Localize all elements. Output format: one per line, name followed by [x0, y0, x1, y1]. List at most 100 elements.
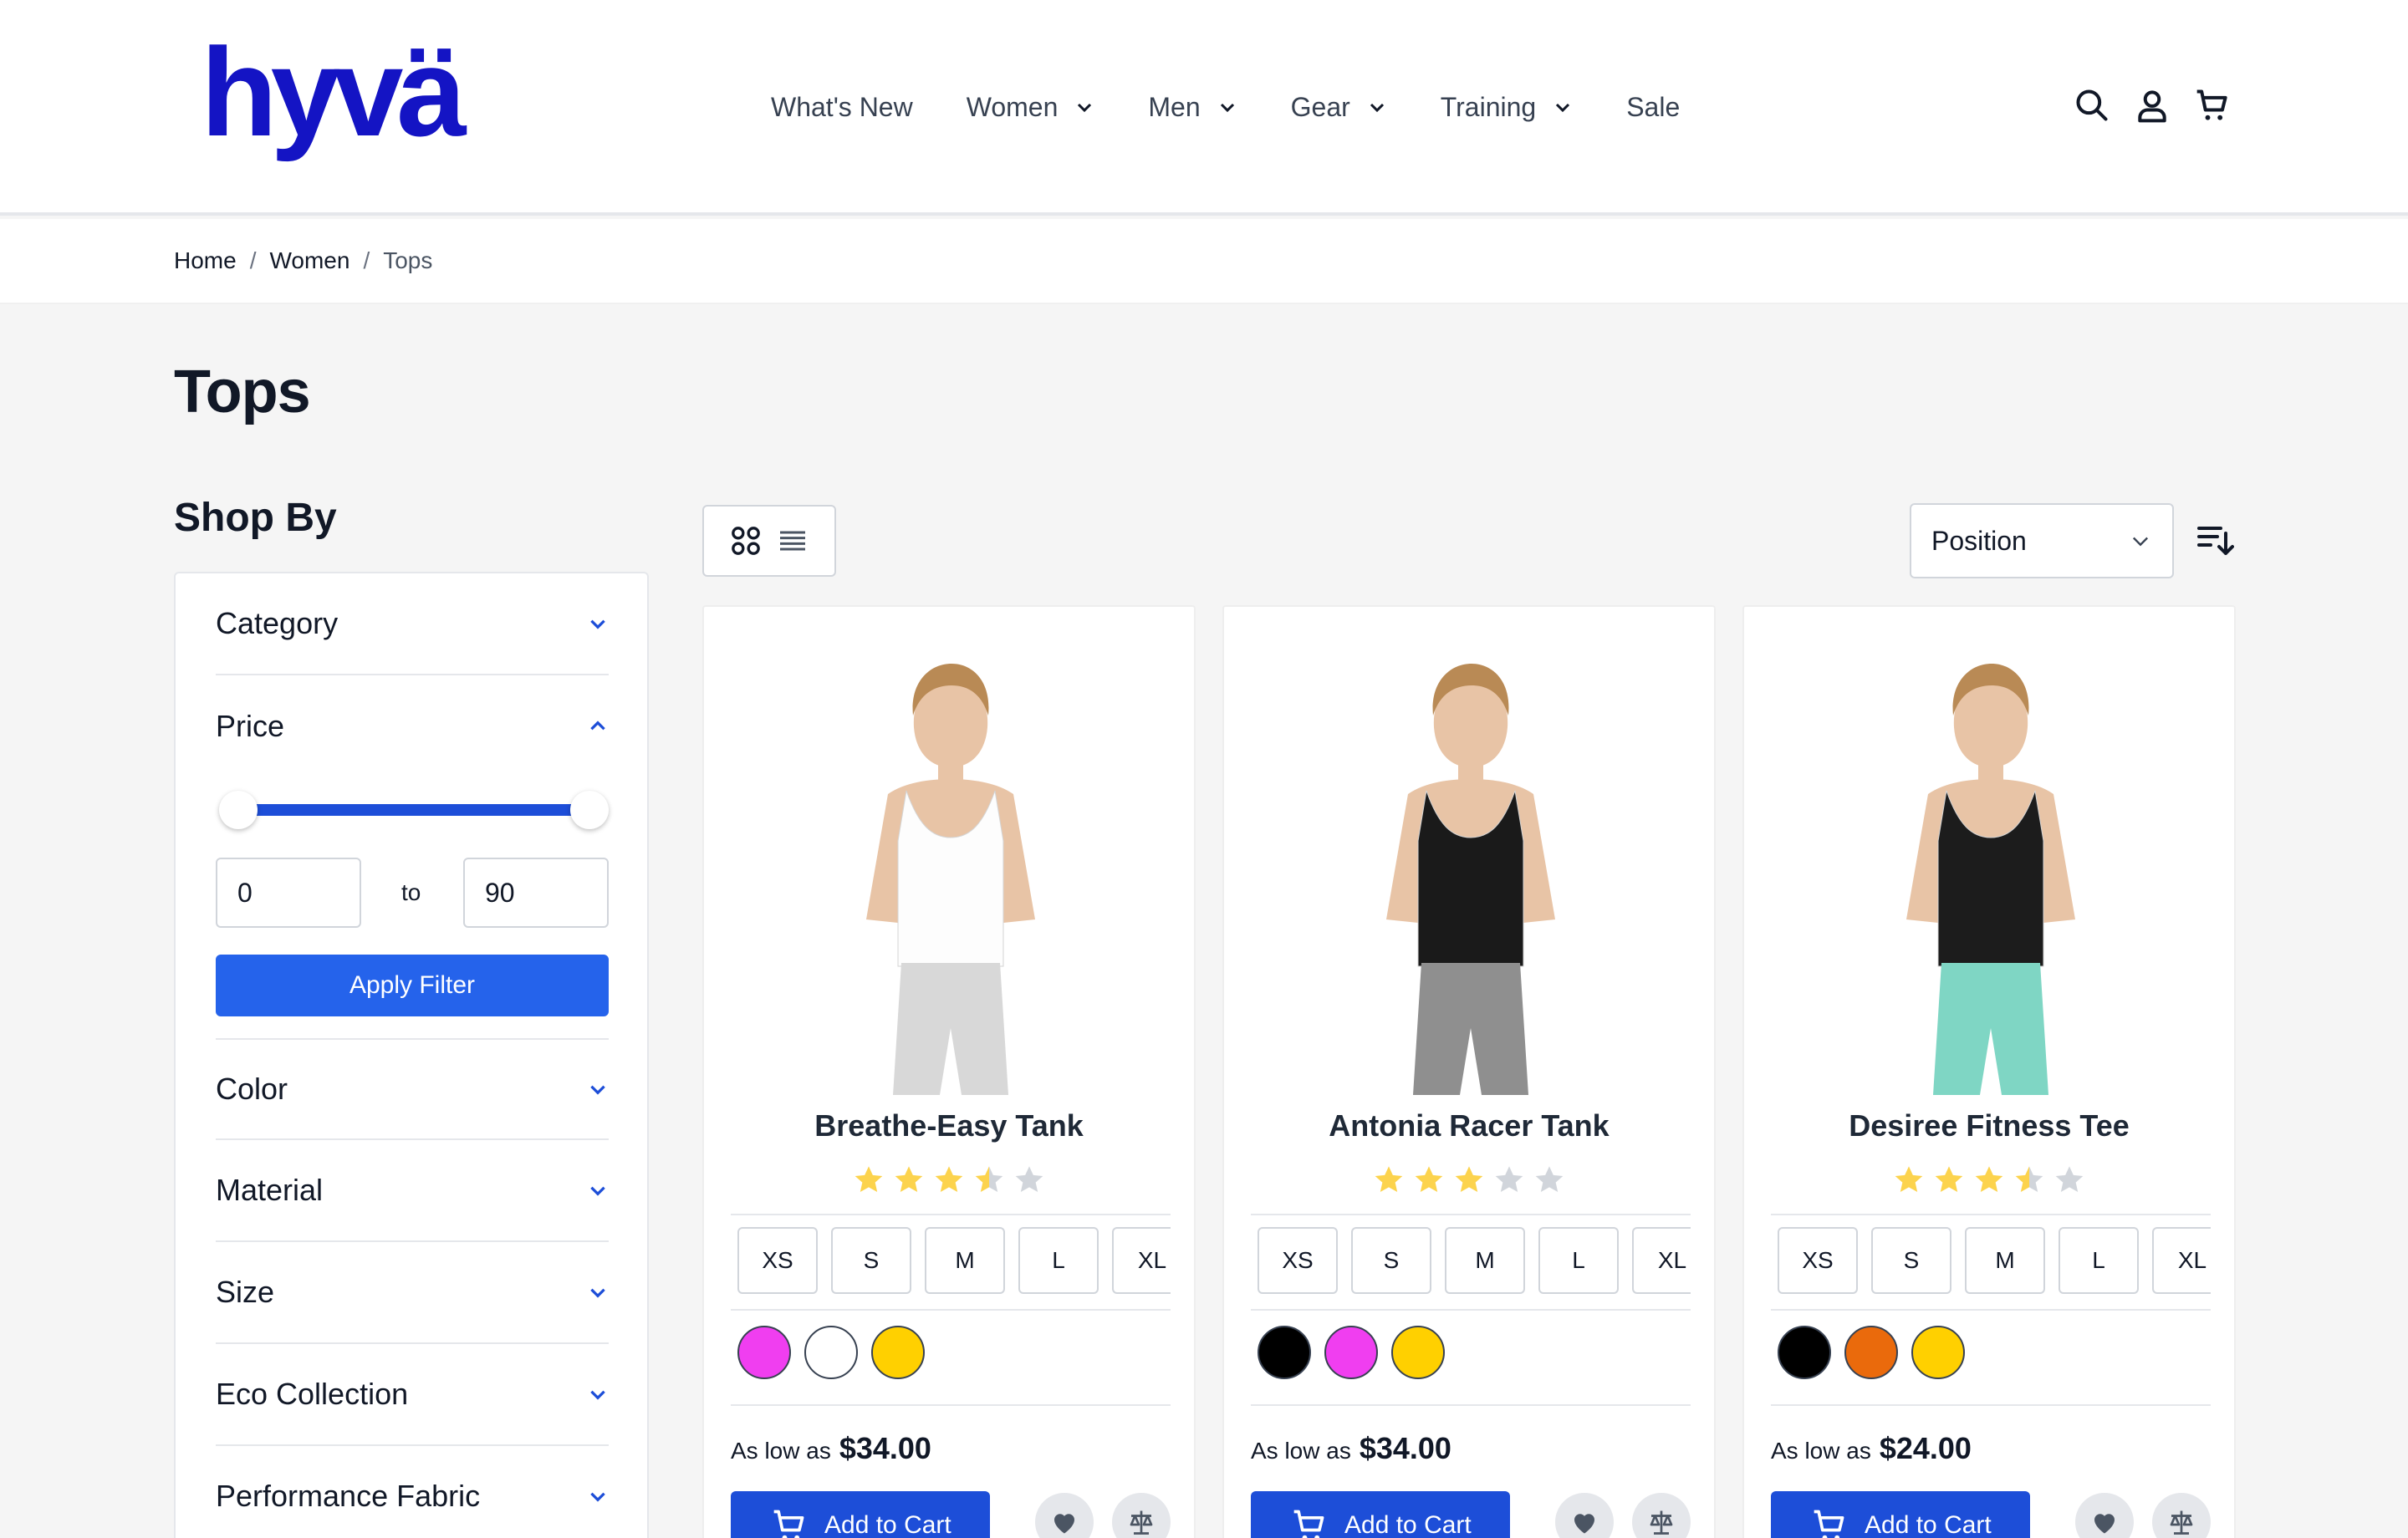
filter-material[interactable]: Material [216, 1140, 609, 1242]
price-slider-max-handle[interactable] [570, 791, 609, 829]
product-image[interactable] [1828, 630, 2154, 1095]
grid-view-button[interactable] [726, 521, 766, 561]
star-icon [1375, 1166, 1403, 1192]
color-swatch[interactable] [737, 1326, 791, 1379]
size-option[interactable]: L [1538, 1227, 1619, 1294]
size-option[interactable]: M [1445, 1227, 1525, 1294]
price-value: $24.00 [1879, 1431, 1972, 1465]
price-slider-min-handle[interactable] [219, 791, 258, 829]
product-name[interactable]: Breathe-Easy Tank [704, 1108, 1194, 1143]
nav-item-sale[interactable]: Sale [1626, 92, 1680, 123]
size-option[interactable]: S [1351, 1227, 1431, 1294]
product-name[interactable]: Antonia Racer Tank [1224, 1108, 1714, 1143]
main-nav: What's New Women Men Gear Training Sale [771, 87, 1733, 127]
size-option[interactable]: M [925, 1227, 1005, 1294]
size-option[interactable]: XS [737, 1227, 818, 1294]
price-value: $34.00 [1359, 1431, 1451, 1465]
size-option[interactable]: S [1871, 1227, 1951, 1294]
product-rating [704, 1164, 1194, 1197]
filter-color[interactable]: Color [216, 1038, 609, 1140]
filter-panel: Category Price to Apply Filter Color Mat… [174, 572, 649, 1538]
color-swatch[interactable] [1778, 1326, 1831, 1379]
star-icon [1015, 1166, 1043, 1192]
product-card: Antonia Racer Tank XS S M L XL As low as $34.00… [1222, 605, 1716, 1538]
compare-button[interactable] [1112, 1493, 1171, 1538]
add-to-cart-label: Add to Cart [1865, 1511, 1992, 1538]
compare-button[interactable] [2152, 1493, 2211, 1538]
sort-by-select[interactable]: Position [1910, 503, 2174, 578]
nav-item-women[interactable]: Women [967, 92, 1095, 123]
size-option[interactable]: XL [2152, 1227, 2211, 1294]
price-label: As low as [1771, 1438, 1871, 1464]
color-swatch[interactable] [1258, 1326, 1311, 1379]
nav-item-whats-new[interactable]: What's New [771, 92, 913, 123]
nav-item-label: Training [1440, 91, 1537, 122]
star-icon [975, 1166, 1003, 1192]
chevron-down-icon [1370, 103, 1384, 113]
size-option[interactable]: XL [1632, 1227, 1691, 1294]
add-to-cart-button[interactable]: Add to Cart [1771, 1491, 2030, 1538]
apply-filter-button[interactable]: Apply Filter [216, 955, 609, 1016]
price-slider-track[interactable] [242, 804, 594, 816]
price-label: As low as [731, 1438, 831, 1464]
price-max-input[interactable] [463, 858, 609, 928]
filter-title: Material [216, 1173, 324, 1207]
filter-price[interactable]: Price [216, 675, 609, 777]
account-button[interactable] [2132, 85, 2172, 125]
search-button[interactable] [2072, 85, 2112, 125]
divider [1251, 1404, 1691, 1406]
price-min-input[interactable] [216, 858, 361, 928]
search-icon [2076, 89, 2108, 121]
wishlist-button[interactable] [2075, 1493, 2134, 1538]
color-swatch[interactable] [1324, 1326, 1378, 1379]
cart-button[interactable] [2192, 85, 2232, 125]
sort-direction-icon[interactable] [2194, 520, 2234, 560]
size-option[interactable]: M [1965, 1227, 2045, 1294]
product-image[interactable] [788, 630, 1114, 1095]
size-option[interactable]: L [2059, 1227, 2139, 1294]
add-to-cart-button[interactable]: Add to Cart [731, 1491, 990, 1538]
star-icon [1455, 1166, 1483, 1192]
size-option[interactable]: XS [1778, 1227, 1858, 1294]
product-image[interactable] [1308, 630, 1634, 1095]
filter-eco-collection[interactable]: Eco Collection [216, 1344, 609, 1446]
breadcrumb-link-women[interactable]: Women [269, 247, 349, 274]
divider [731, 1404, 1171, 1406]
size-option[interactable]: XL [1112, 1227, 1171, 1294]
filter-category[interactable]: Category [216, 573, 609, 675]
view-mode-toggle [702, 505, 836, 577]
list-view-button[interactable] [773, 521, 813, 561]
size-option[interactable]: S [831, 1227, 911, 1294]
color-swatches [1778, 1326, 1978, 1379]
color-swatch[interactable] [1911, 1326, 1965, 1379]
star-icon [1415, 1166, 1443, 1192]
color-swatch[interactable] [1391, 1326, 1445, 1379]
add-to-cart-button[interactable]: Add to Cart [1251, 1491, 1510, 1538]
divider [731, 1214, 1171, 1215]
product-name[interactable]: Desiree Fitness Tee [1744, 1108, 2234, 1143]
heart-icon [2094, 1514, 2115, 1534]
color-swatch[interactable] [804, 1326, 858, 1379]
divider [1771, 1404, 2211, 1406]
size-option[interactable]: L [1018, 1227, 1099, 1294]
filter-size[interactable]: Size [216, 1242, 609, 1344]
brand-logo[interactable]: hyvä [201, 42, 468, 176]
wishlist-button[interactable] [1035, 1493, 1094, 1538]
color-swatches [1258, 1326, 1458, 1379]
nav-item-men[interactable]: Men [1148, 92, 1237, 123]
color-swatches [737, 1326, 938, 1379]
nav-item-training[interactable]: Training [1441, 92, 1573, 123]
breadcrumb-link-home[interactable]: Home [174, 247, 237, 274]
user-icon [2138, 90, 2166, 123]
filter-title: Category [216, 606, 339, 640]
filter-performance-fabric[interactable]: Performance Fabric [216, 1446, 609, 1538]
star-icon [2055, 1166, 2084, 1192]
color-swatch[interactable] [1844, 1326, 1898, 1379]
wishlist-button[interactable] [1555, 1493, 1614, 1538]
compare-button[interactable] [1632, 1493, 1691, 1538]
header-actions [2072, 85, 2232, 125]
nav-item-gear[interactable]: Gear [1291, 92, 1387, 123]
heart-icon [1054, 1514, 1074, 1534]
size-option[interactable]: XS [1258, 1227, 1338, 1294]
color-swatch[interactable] [871, 1326, 925, 1379]
